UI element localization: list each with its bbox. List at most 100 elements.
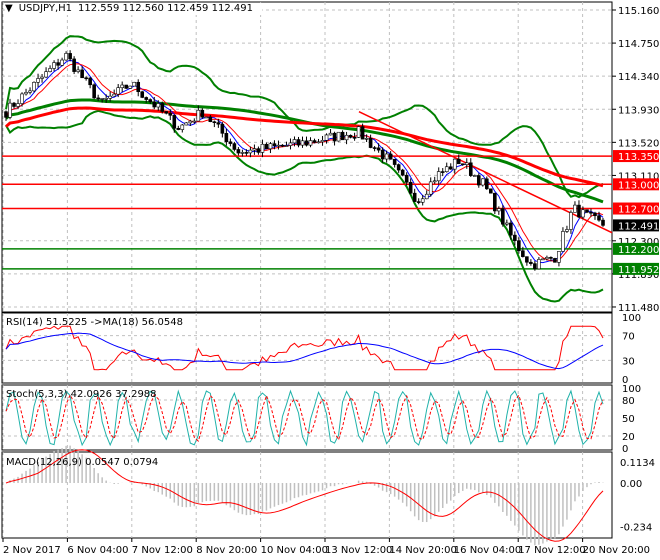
candle-body [364, 137, 369, 140]
candle-body [108, 95, 112, 99]
candle-body [525, 256, 529, 263]
candle-body [280, 144, 285, 147]
candle-body [152, 101, 157, 108]
candle-body [148, 99, 153, 103]
candle-body [336, 131, 341, 142]
candle-body [328, 132, 333, 136]
candle-body [501, 208, 505, 225]
candle-body [232, 143, 237, 150]
stoch-signal-line [5, 393, 604, 442]
candle-body [545, 257, 549, 260]
candle-body [240, 152, 245, 154]
candle-body [40, 76, 44, 79]
candle-body [192, 120, 197, 123]
candle-body [585, 209, 589, 213]
level-label: 112.700 [618, 205, 659, 216]
candle-body [521, 250, 525, 257]
candle-body [244, 152, 249, 154]
candle-body [509, 222, 513, 236]
y-tick-label: 114.750 [618, 39, 659, 50]
level-label: 112.200 [618, 245, 659, 256]
candle-body [252, 148, 257, 151]
candle-body [188, 120, 193, 124]
candle-body [96, 97, 100, 100]
candle-body [300, 140, 305, 146]
candle-body [436, 171, 441, 182]
candle-body [20, 93, 24, 104]
candle-body [120, 84, 124, 88]
stoch-tick: 0 [622, 444, 628, 455]
candle-body [372, 147, 377, 149]
candle-body [376, 147, 381, 151]
candle-body [164, 111, 169, 114]
candle-body [472, 175, 477, 177]
candle-body [24, 92, 28, 95]
level-label: 113.350 [618, 152, 659, 163]
candle-body [124, 84, 129, 89]
x-tick-label: 6 Nov 04:00 [67, 545, 128, 556]
candle-body [64, 53, 68, 61]
title-arrow-icon[interactable]: ▼ [5, 3, 13, 14]
stoch-tick: 80 [622, 396, 635, 407]
candle-body [452, 158, 457, 170]
candle-body [288, 142, 293, 146]
chart-canvas[interactable]: 2 Nov 2017 6 Nov 04:00 7 Nov 12:00 8 Nov 20… [0, 0, 660, 560]
y-tick-label: 113.930 [618, 105, 659, 116]
panel-frame [1, 1, 613, 313]
candle-body [208, 116, 213, 123]
candle-body [448, 166, 453, 170]
candle-body [180, 124, 185, 130]
macd-tick: 0.00 [620, 479, 642, 490]
candle-body [456, 158, 461, 165]
candle-body [16, 103, 20, 107]
x-tick-label: 13 Nov 12:00 [325, 545, 392, 556]
candle-body [4, 111, 8, 118]
candle-body [32, 81, 36, 92]
current-price-label: 112.491 [618, 221, 659, 232]
rsi-ma-line [5, 332, 604, 370]
candle-body [400, 169, 405, 176]
candle-body [384, 153, 389, 160]
level-label: 113.000 [618, 180, 659, 191]
candle-body [404, 174, 409, 183]
candle-body [160, 103, 165, 112]
candle-body [352, 137, 357, 139]
candle-body [44, 71, 48, 78]
rsi-tick: 100 [622, 313, 641, 324]
ohlc-label: 112.559 112.560 112.459 112.491 [78, 3, 253, 14]
candle-body [80, 69, 84, 79]
candle-body [489, 188, 493, 194]
candle-body [28, 90, 32, 93]
candle-body [100, 98, 104, 100]
candle-body [140, 91, 145, 98]
stoch-tick: 20 [622, 432, 635, 443]
candle-body [428, 181, 433, 195]
candle-body [581, 209, 585, 218]
candle-body [344, 134, 349, 141]
candle-body [440, 171, 445, 173]
candle-body [577, 204, 581, 218]
candle-body [416, 201, 421, 203]
candle-body [460, 163, 465, 166]
chart-header: ▼ USDJPY,H1 112.559 112.560 112.459 112.49… [5, 3, 262, 15]
candle-body [589, 211, 593, 214]
macd-tick: -0.234 [620, 522, 652, 533]
x-tick-label: 16 Nov 04:00 [454, 545, 521, 556]
candle-body [52, 62, 56, 69]
x-tick-label: 8 Nov 20:00 [196, 545, 257, 556]
stoch-tick: 100 [622, 384, 641, 395]
ma-slow [5, 98, 604, 204]
rsi-line [5, 325, 604, 371]
stoch-tick: 50 [622, 414, 635, 425]
y-tick-label: 113.520 [618, 138, 659, 149]
candle-body [537, 259, 541, 270]
candle-body [172, 115, 177, 129]
candle-body [224, 133, 229, 143]
bollinger-upper [5, 35, 604, 199]
candle-body [196, 109, 201, 122]
candle-body [248, 149, 253, 154]
candle-body [212, 121, 217, 124]
candle-body [356, 126, 361, 138]
candle-body [104, 98, 108, 100]
chart-window[interactable]: 2 Nov 2017 6 Nov 04:00 7 Nov 12:00 8 Nov 20… [0, 0, 660, 560]
